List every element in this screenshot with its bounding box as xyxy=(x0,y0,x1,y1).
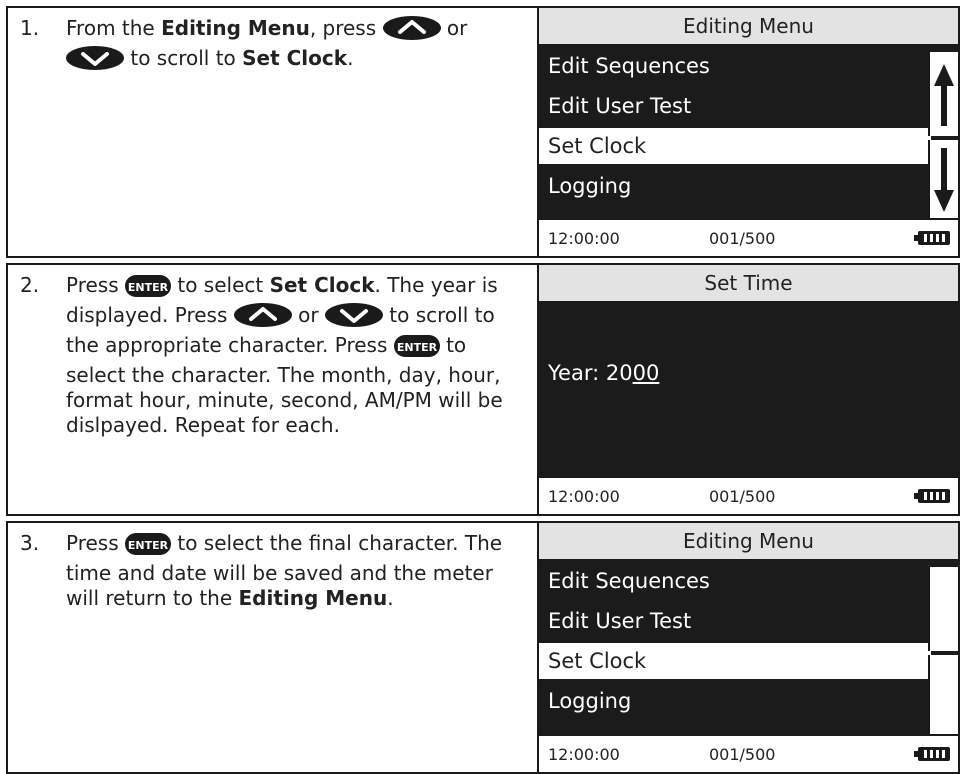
clock-time: 12:00:00 xyxy=(548,229,620,248)
svg-text:ENTER: ENTER xyxy=(128,539,169,552)
enter-button-icon: ENTER xyxy=(125,533,171,561)
screen-title: Editing Menu xyxy=(539,523,958,561)
record-count: 001/500 xyxy=(709,229,776,248)
status-bar: 12:00:00 001/500 xyxy=(539,218,958,256)
battery-icon xyxy=(914,231,950,245)
year-digits-cursor: 00 xyxy=(632,361,660,385)
screen-title: Editing Menu xyxy=(539,8,958,46)
menu-item-edit-sequences: Edit Sequences xyxy=(548,569,710,593)
menu-item-logging: Logging xyxy=(548,174,632,198)
down-arrow-button-icon xyxy=(324,303,383,333)
status-bar: 12:00:00 001/500 xyxy=(539,476,958,514)
up-arrow-icon xyxy=(934,64,954,126)
record-count: 001/500 xyxy=(709,487,776,506)
status-bar: 12:00:00 001/500 xyxy=(539,734,958,772)
step-3: 3. Press ENTER to select the final chara… xyxy=(6,521,960,774)
instruction-text: Press ENTER to select Set Clock. The yea… xyxy=(66,273,503,437)
svg-text:ENTER: ENTER xyxy=(128,281,169,294)
step-number: 3. xyxy=(20,531,40,555)
menu-item-edit-user-test: Edit User Test xyxy=(548,609,692,633)
down-arrow-button-icon xyxy=(66,46,124,76)
instruction-text: From the Editing Menu, press or to scrol… xyxy=(66,16,531,76)
menu-item-edit-sequences: Edit Sequences xyxy=(548,54,710,78)
clock-time: 12:00:00 xyxy=(548,745,620,764)
year-value: Year: 2000 xyxy=(548,361,660,385)
menu-item-set-clock: Set Clock xyxy=(539,126,931,166)
meter-screen: Editing Menu Edit Sequences Edit User Te… xyxy=(539,8,958,256)
svg-text:ENTER: ENTER xyxy=(397,341,438,354)
scroll-up-box xyxy=(928,52,958,136)
record-count: 001/500 xyxy=(709,745,776,764)
scroll-down-box xyxy=(928,655,958,735)
down-arrow-icon xyxy=(934,148,954,212)
instruction-text: Press ENTER to select the final characte… xyxy=(66,531,503,610)
menu-item-set-clock: Set Clock xyxy=(539,641,931,681)
instruction-panel: 2. Press ENTER to select Set Clock. The … xyxy=(8,265,539,514)
step-number: 2. xyxy=(20,273,40,297)
step-1: 1. From the Editing Menu, press or to sc… xyxy=(6,6,960,258)
battery-icon xyxy=(914,489,950,503)
meter-screen: Set Time Year: 2000 12:00:00 001/500 xyxy=(539,265,958,514)
scroll-down-box xyxy=(928,140,958,220)
step-2: 2. Press ENTER to select Set Clock. The … xyxy=(6,263,960,516)
enter-button-icon: ENTER xyxy=(125,275,171,303)
menu-item-edit-user-test: Edit User Test xyxy=(548,94,692,118)
meter-screen: Editing Menu Edit Sequences Edit User Te… xyxy=(539,523,958,772)
clock-time: 12:00:00 xyxy=(548,487,620,506)
enter-button-icon: ENTER xyxy=(393,335,440,363)
up-arrow-button-icon xyxy=(382,16,441,46)
scroll-up-box xyxy=(928,567,958,651)
step-number: 1. xyxy=(20,16,40,40)
instruction-panel: 3. Press ENTER to select the final chara… xyxy=(8,523,539,772)
up-arrow-button-icon xyxy=(233,303,292,333)
instruction-panel: 1. From the Editing Menu, press or to sc… xyxy=(8,8,539,256)
battery-icon xyxy=(914,747,950,761)
menu-item-logging: Logging xyxy=(548,689,632,713)
screen-title: Set Time xyxy=(539,265,958,303)
